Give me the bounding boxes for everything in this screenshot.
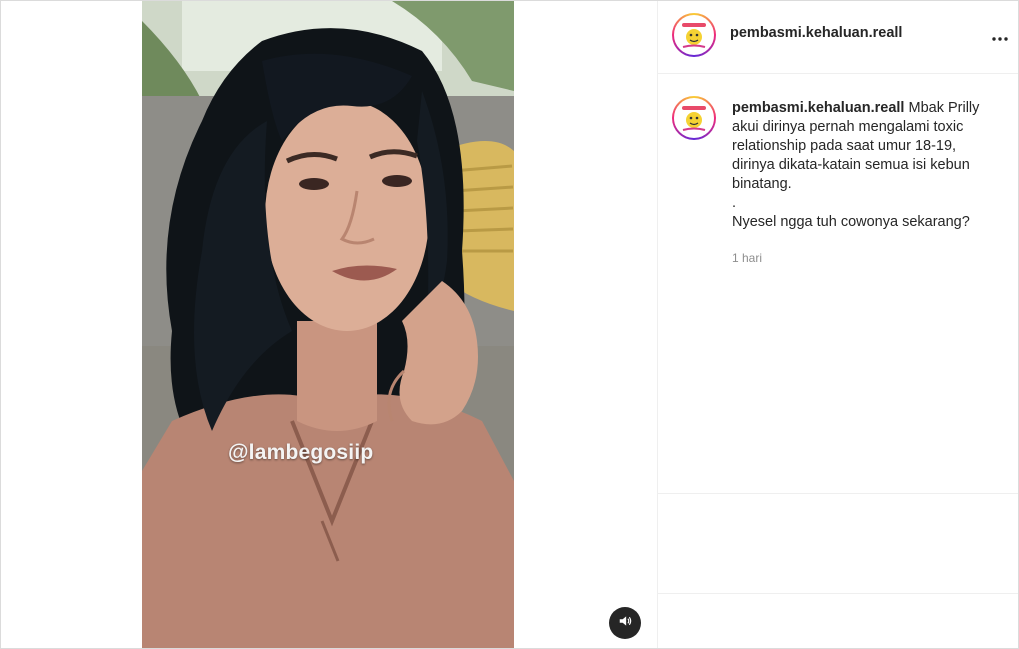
comments-section: pembasmi.kehaluan.reall Mbak Prilly akui… bbox=[658, 74, 1018, 493]
media-pane: @lambegosiip bbox=[1, 1, 658, 648]
divider bbox=[658, 493, 1018, 494]
caption-text: Mbak Prilly akui dirinya pernah mengalam… bbox=[732, 100, 980, 230]
post-video[interactable]: @lambegosiip bbox=[142, 1, 514, 648]
post-timestamp[interactable]: 1 hari bbox=[732, 251, 762, 265]
post-header: pembasmi.kehaluan.reall bbox=[658, 1, 1018, 74]
post-window: @lambegosiip pembasmi.kehaluan.reall pem… bbox=[0, 0, 1019, 649]
profile-avatar-icon bbox=[676, 17, 712, 53]
divider bbox=[658, 593, 1018, 594]
profile-avatar[interactable] bbox=[672, 13, 716, 57]
post-username[interactable]: pembasmi.kehaluan.reall bbox=[730, 25, 902, 41]
video-watermark: @lambegosiip bbox=[228, 441, 374, 464]
video-frame-illustration bbox=[142, 1, 514, 648]
caption-avatar[interactable] bbox=[672, 96, 716, 140]
audio-toggle-button[interactable] bbox=[609, 607, 641, 639]
more-horizontal-icon bbox=[992, 28, 1008, 46]
profile-avatar-icon bbox=[676, 100, 712, 136]
post-sidebar: pembasmi.kehaluan.reall pembasmi.kehalua… bbox=[658, 1, 1018, 648]
speaker-volume-icon bbox=[618, 614, 632, 633]
more-options-button[interactable] bbox=[988, 25, 1012, 49]
post-caption: pembasmi.kehaluan.reall Mbak Prilly akui… bbox=[732, 99, 992, 232]
caption-username[interactable]: pembasmi.kehaluan.reall bbox=[732, 100, 904, 116]
